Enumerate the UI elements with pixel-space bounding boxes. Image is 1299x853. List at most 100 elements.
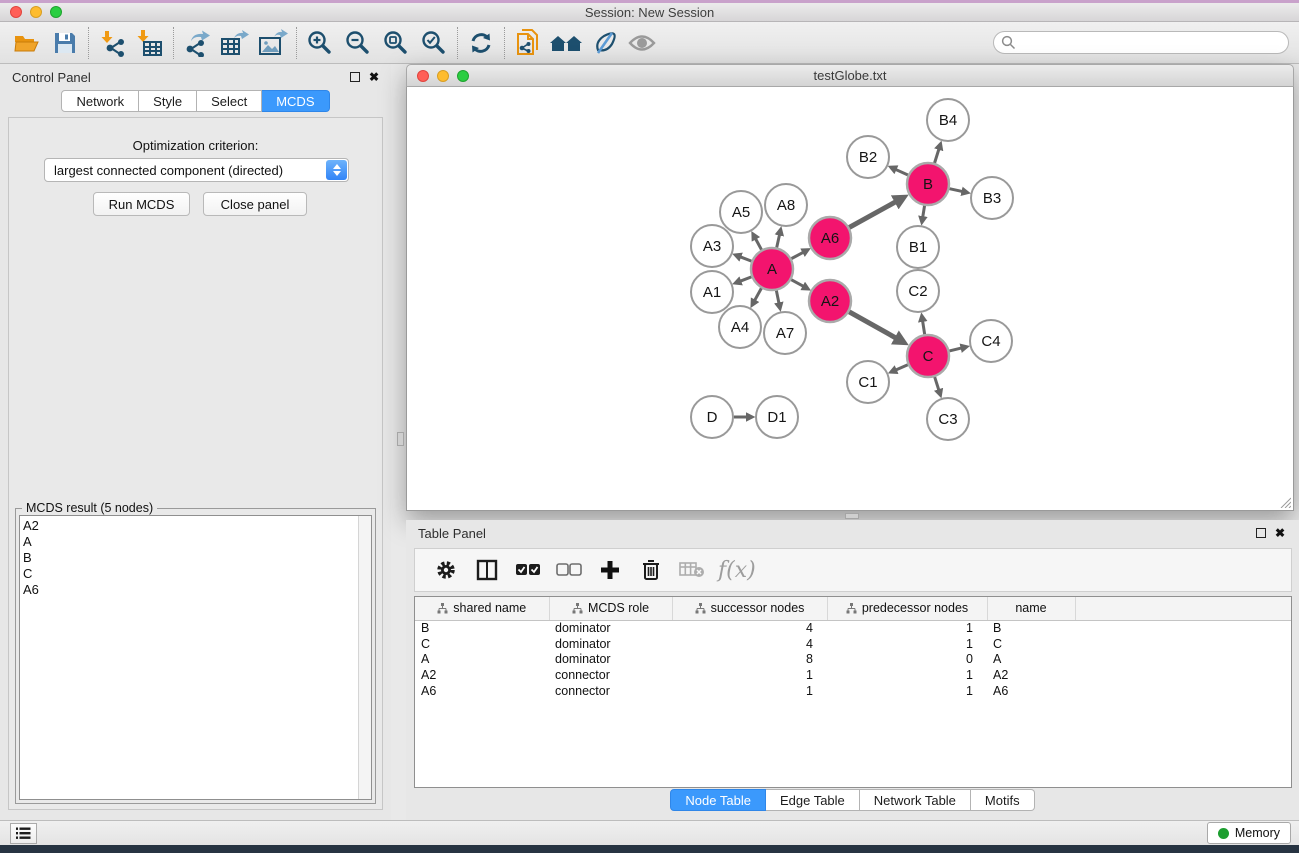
col-name[interactable]: name [987, 597, 1075, 620]
task-history-button[interactable] [10, 823, 37, 844]
table-row[interactable]: A2connector11A2 [415, 667, 1291, 683]
delete-columns-button[interactable] [634, 553, 668, 587]
network-view-window[interactable]: testGlobe.txt AA6A2BCA5A8A3A1A4A7B2B4B3B… [406, 64, 1294, 511]
table-cell[interactable]: C [415, 636, 549, 652]
zoom-selected-button[interactable] [415, 26, 453, 60]
open-network-file-button[interactable] [509, 26, 547, 60]
col-mcds-role[interactable]: MCDS role [549, 597, 672, 620]
zoom-fit-button[interactable] [377, 26, 415, 60]
hide-annotations-button[interactable] [585, 26, 623, 60]
table-cell[interactable]: 1 [827, 620, 987, 636]
table-cell[interactable]: 1 [827, 667, 987, 683]
table-cell[interactable]: A [415, 652, 549, 668]
hide-all-columns-button[interactable] [552, 553, 586, 587]
list-scrollbar[interactable] [358, 516, 371, 799]
tab-network-table[interactable]: Network Table [860, 789, 971, 811]
app-titlebar[interactable]: Session: New Session [0, 3, 1299, 22]
export-network-button[interactable] [178, 26, 216, 60]
table-row[interactable]: A6connector11A6 [415, 683, 1291, 699]
graph-edge-A-A8[interactable] [777, 235, 780, 248]
delete-table-button[interactable] [675, 553, 709, 587]
export-table-button[interactable] [216, 26, 254, 60]
show-graphics-details-button[interactable] [623, 26, 661, 60]
table-cell[interactable]: B [987, 620, 1075, 636]
close-panel-icon[interactable]: ✖ [369, 72, 379, 82]
run-mcds-button[interactable]: Run MCDS [93, 192, 190, 216]
tab-edge-table[interactable]: Edge Table [766, 789, 860, 811]
node-table[interactable]: shared name MCDS role successor nodes pr… [414, 596, 1292, 788]
desktop-vertical-scroll-thumb[interactable] [397, 432, 404, 446]
close-table-panel-icon[interactable]: ✖ [1275, 528, 1285, 538]
criterion-dropdown[interactable]: largest connected component (directed) [44, 158, 349, 182]
graph-edge-C-C4[interactable] [949, 348, 961, 351]
home-button[interactable] [547, 26, 585, 60]
control-panel-header[interactable]: Control Panel ✖ [0, 64, 391, 90]
table-cell[interactable]: dominator [549, 620, 672, 636]
table-settings-button[interactable] [429, 553, 463, 587]
network-window-titlebar[interactable]: testGlobe.txt [406, 64, 1294, 87]
network-canvas[interactable]: AA6A2BCA5A8A3A1A4A7B2B4B3B1C2C4C1C3DD1 [406, 87, 1294, 511]
table-cell[interactable]: dominator [549, 636, 672, 652]
tab-motifs[interactable]: Motifs [971, 789, 1035, 811]
table-cell[interactable]: A6 [415, 683, 549, 699]
graph-edge-C-C1[interactable] [896, 365, 908, 370]
graph-edge-A-A2[interactable] [791, 280, 803, 287]
search-field[interactable] [993, 31, 1289, 54]
tab-node-table[interactable]: Node Table [670, 789, 766, 811]
graph-edge-A-A6[interactable] [791, 252, 803, 258]
refresh-button[interactable] [462, 26, 500, 60]
close-panel-button[interactable]: Close panel [203, 192, 307, 216]
float-panel-icon[interactable] [350, 72, 360, 82]
table-cell[interactable]: A2 [415, 667, 549, 683]
export-image-button[interactable] [254, 26, 292, 60]
table-cell[interactable]: 1 [672, 683, 827, 699]
open-session-button[interactable] [8, 26, 46, 60]
table-cell[interactable]: 4 [672, 620, 827, 636]
graph-edge-B-B2[interactable] [896, 170, 908, 175]
import-network-button[interactable] [93, 26, 131, 60]
network-graph[interactable]: AA6A2BCA5A8A3A1A4A7B2B4B3B1C2C4C1C3DD1 [407, 87, 1293, 509]
table-row[interactable]: Adominator80A [415, 652, 1291, 668]
graph-edge-A2-C[interactable] [849, 312, 896, 338]
table-cell[interactable]: 4 [672, 636, 827, 652]
table-cell[interactable]: A [987, 652, 1075, 668]
table-cell[interactable]: 1 [827, 636, 987, 652]
graph-edge-B-B4[interactable] [935, 149, 939, 163]
graph-edge-A-A1[interactable] [741, 277, 752, 281]
search-input[interactable] [1016, 34, 1288, 52]
table-cell[interactable]: 1 [672, 667, 827, 683]
table-cell[interactable]: B [415, 620, 549, 636]
desktop-horizontal-scroll-thumb[interactable] [845, 513, 859, 519]
show-all-columns-button[interactable] [511, 553, 545, 587]
tab-network[interactable]: Network [61, 90, 139, 112]
table-header-row[interactable]: shared name MCDS role successor nodes pr… [415, 597, 1291, 620]
graph-edge-C-C2[interactable] [923, 321, 925, 334]
graph-edge-A-A5[interactable] [756, 239, 762, 250]
graph-edge-A6-B[interactable] [849, 202, 895, 228]
tab-select[interactable]: Select [197, 90, 262, 112]
table-cell[interactable]: 0 [827, 652, 987, 668]
graph-edge-A-A4[interactable] [755, 288, 762, 300]
table-row[interactable]: Cdominator41C [415, 636, 1291, 652]
col-shared-name[interactable]: shared name [415, 597, 549, 620]
zoom-in-button[interactable] [301, 26, 339, 60]
mcds-result-item[interactable]: C [23, 566, 371, 582]
table-cell[interactable]: A2 [987, 667, 1075, 683]
tab-mcds[interactable]: MCDS [262, 90, 329, 112]
table-cell[interactable]: C [987, 636, 1075, 652]
select-columns-button[interactable] [470, 553, 504, 587]
import-table-button[interactable] [131, 26, 169, 60]
graph-edge-A-A7[interactable] [776, 291, 779, 303]
float-table-panel-icon[interactable] [1256, 528, 1266, 538]
table-cell[interactable]: 8 [672, 652, 827, 668]
create-column-button[interactable] [593, 553, 627, 587]
table-panel-header[interactable]: Table Panel ✖ [406, 520, 1299, 546]
tab-style[interactable]: Style [139, 90, 197, 112]
zoom-out-button[interactable] [339, 26, 377, 60]
table-cell[interactable]: A6 [987, 683, 1075, 699]
graph-edge-B-B3[interactable] [949, 189, 962, 192]
col-predecessor-nodes[interactable]: predecessor nodes [827, 597, 987, 620]
mcds-result-item[interactable]: A [23, 534, 371, 550]
graph-edge-B-B1[interactable] [923, 206, 925, 217]
table-cell[interactable]: 1 [827, 683, 987, 699]
